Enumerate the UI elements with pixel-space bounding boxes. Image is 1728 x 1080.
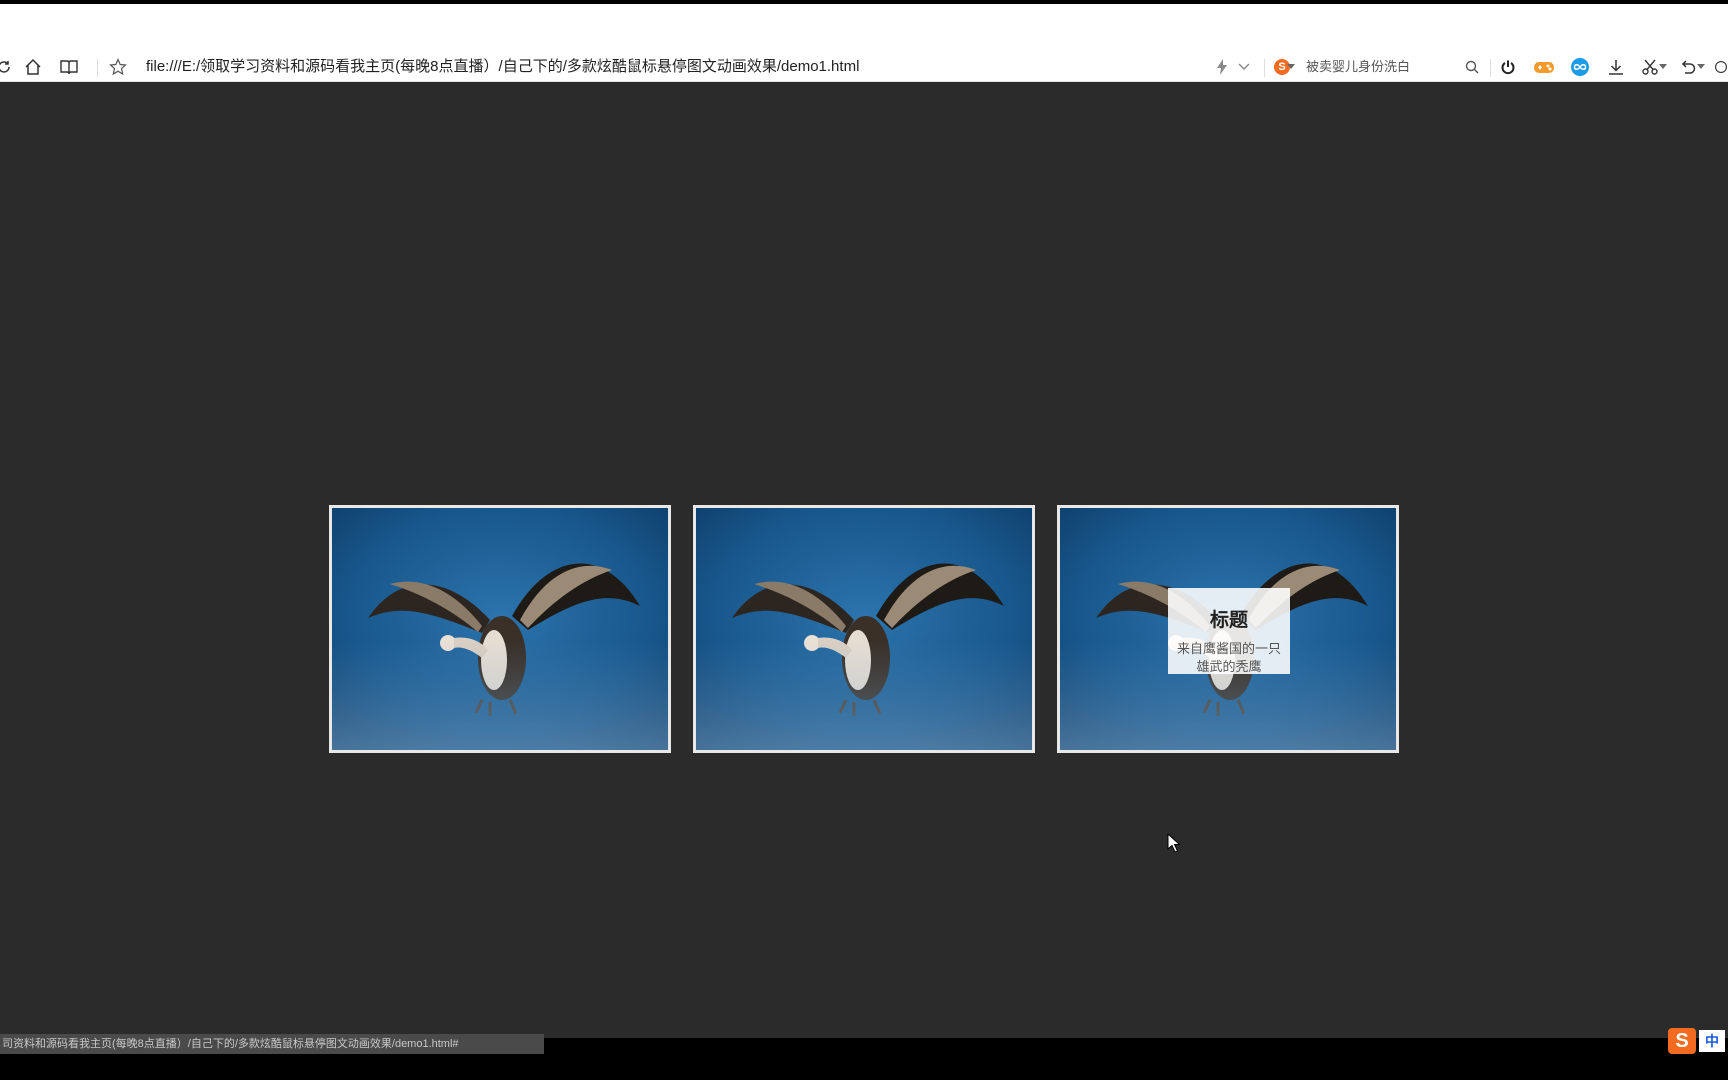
scissors-chevron-down-icon[interactable] (1656, 51, 1670, 83)
hover-caption: 标题 来自鹰酱国的一只雄武的秃鹰 (1168, 588, 1290, 674)
infinity-icon[interactable] (1566, 51, 1594, 83)
toolbar-divider (97, 59, 98, 77)
chevron-down-icon[interactable] (1230, 51, 1258, 83)
screen-bottom-edge (0, 1054, 1728, 1080)
clock-icon[interactable] (1714, 51, 1728, 83)
reload-icon[interactable] (0, 51, 18, 83)
address-row: file:///E:/领取学习资料和源码看我主页(每晚8点直播）/自己下的/多款… (0, 51, 1728, 83)
caption-text: 来自鹰酱国的一只雄武的秃鹰 (1176, 641, 1281, 674)
engine-chevron-down-icon[interactable] (1284, 51, 1298, 83)
search-icon[interactable] (1458, 51, 1486, 83)
star-icon[interactable] (104, 51, 132, 83)
eagle-image (332, 508, 668, 750)
status-bar-url: 司资料和源码看我主页(每晚8点直播）/自己下的/多款炫酷鼠标悬停图文动画效果/d… (0, 1034, 544, 1054)
power-icon[interactable] (1494, 51, 1522, 83)
mouse-cursor-icon (1167, 833, 1181, 853)
caption-title: 标题 (1209, 610, 1248, 631)
undo-chevron-down-icon[interactable] (1694, 51, 1708, 83)
page-content: 标题 来自鹰酱国的一只雄武的秃鹰 (0, 82, 1728, 1038)
ime-indicator[interactable]: S 中 (1668, 1026, 1728, 1056)
gallery-card-1[interactable] (329, 505, 671, 753)
address-bar-url[interactable]: file:///E:/领取学习资料和源码看我主页(每晚8点直播）/自己下的/多款… (146, 51, 859, 83)
browser-toolbar: file:///E:/领取学习资料和源码看我主页(每晚8点直播）/自己下的/多款… (0, 4, 1728, 82)
sogou-ime-icon: S (1668, 1028, 1696, 1054)
gallery-card-3[interactable]: 标题 来自鹰酱国的一只雄武的秃鹰 (1057, 505, 1399, 753)
toolbar-divider (1490, 59, 1491, 77)
search-input[interactable]: 被卖婴儿身份洗白 (1306, 51, 1466, 83)
gallery-card-2[interactable] (693, 505, 1035, 753)
gamepad-icon[interactable] (1530, 51, 1558, 83)
reader-icon[interactable] (55, 51, 83, 83)
toolbar-divider (1264, 59, 1265, 77)
ime-mode-label: 中 (1699, 1030, 1725, 1052)
download-icon[interactable] (1602, 51, 1630, 83)
eagle-image (696, 508, 1032, 750)
home-icon[interactable] (19, 51, 47, 83)
